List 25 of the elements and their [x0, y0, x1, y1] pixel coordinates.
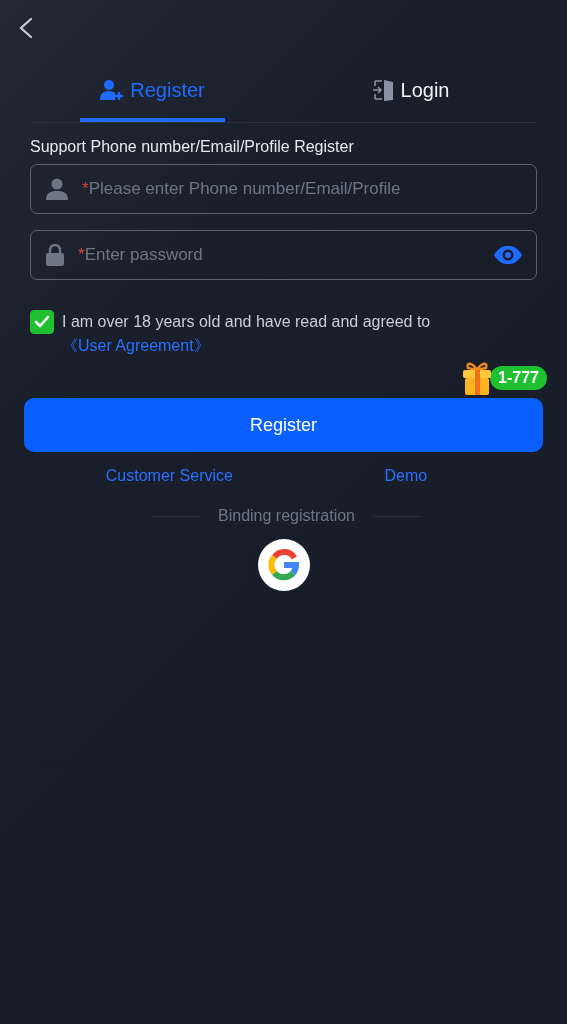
- hint-text: Support Phone number/Email/Profile Register: [30, 138, 355, 156]
- text-link[interactable]: Demo: [384, 467, 428, 485]
- person-icon: [46, 178, 68, 200]
- register-button[interactable]: Register: [24, 398, 543, 452]
- agreement-text: I am over 18 years old and have read and agreed to 《User Agreement》: [62, 312, 432, 356]
- checkbox[interactable]: [30, 310, 54, 334]
- text-field[interactable]: *Please enter Phone number/Email/Profile: [30, 164, 537, 214]
- tab[interactable]: Register: [80, 64, 225, 122]
- door-icon: [372, 78, 395, 102]
- required-mark: *: [78, 245, 85, 265]
- google-button[interactable]: [257, 539, 310, 591]
- bonus-badge: 1-777: [490, 366, 547, 390]
- tab[interactable]: Login: [285, 64, 537, 122]
- input-field[interactable]: Enter password: [84, 245, 488, 265]
- user-agreement-link[interactable]: 《User Agreement》: [62, 337, 210, 354]
- input-field[interactable]: Please enter Phone number/Email/Profile: [88, 179, 522, 199]
- lock-icon: [46, 244, 64, 266]
- google-icon: [266, 548, 301, 582]
- eye-icon[interactable]: [494, 246, 522, 264]
- divider-label: Binding registration: [218, 507, 355, 525]
- text-link[interactable]: Customer Service: [105, 467, 233, 485]
- required-mark: *: [82, 179, 89, 199]
- check-icon: [34, 315, 50, 329]
- text-field[interactable]: *Enter password: [30, 230, 537, 280]
- user-add-icon: [100, 79, 125, 101]
